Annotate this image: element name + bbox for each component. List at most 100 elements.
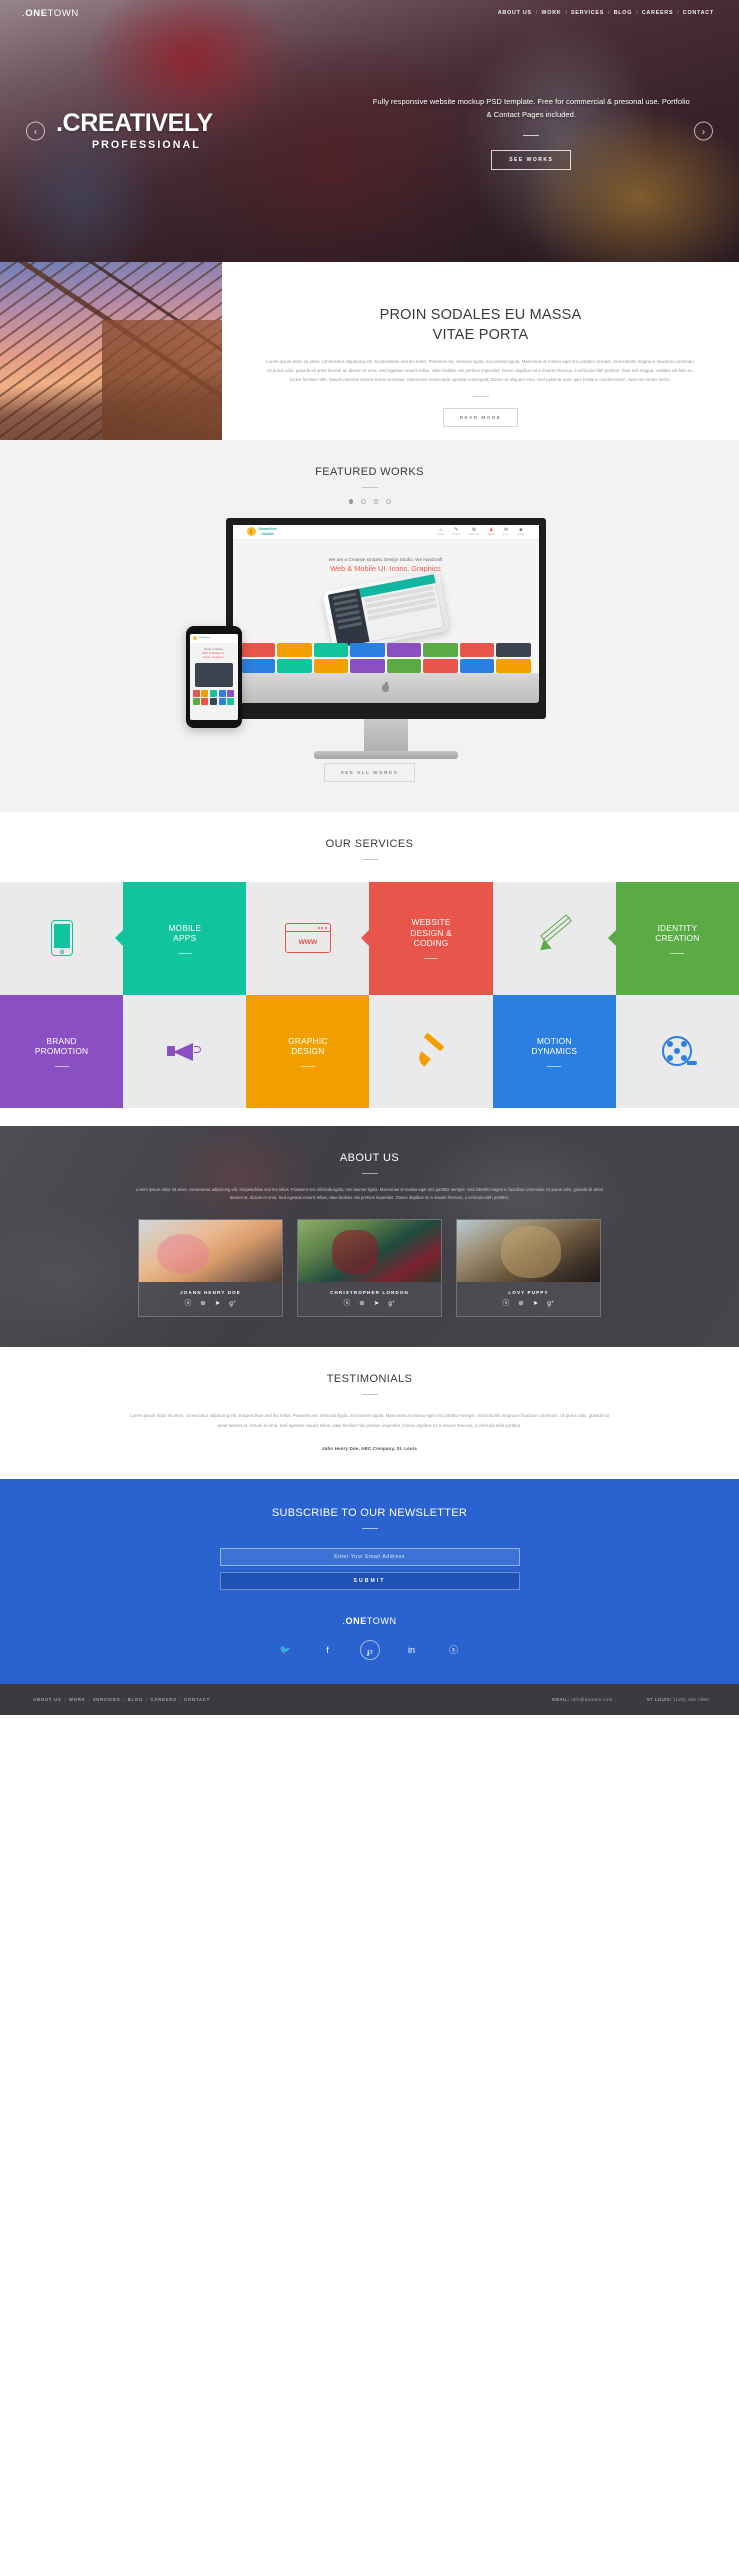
mockup-tile	[277, 642, 312, 657]
service-underline	[300, 1065, 315, 1067]
carousel-prev-button[interactable]: ‹	[26, 121, 45, 141]
skype-icon[interactable]: ⓢ	[444, 1640, 464, 1660]
skype-icon[interactable]: ⓢ	[503, 1300, 510, 1308]
service-notch	[361, 930, 370, 946]
mockup-tile	[240, 642, 275, 657]
footer-nav-item-contact[interactable]: CONTACT	[181, 1697, 213, 1702]
footer-nav-item-work[interactable]: WORK	[66, 1697, 89, 1702]
iphone-inner-phone-image	[194, 662, 233, 687]
twitter-icon[interactable]: ➤	[533, 1300, 539, 1308]
service-icon-cell-motion	[615, 994, 739, 1108]
newsletter-form: SUBMIT	[219, 1545, 520, 1590]
service-card-graphic[interactable]: GRAPHIC DESIGN	[246, 994, 378, 1108]
mockup-tile	[386, 658, 421, 673]
twitter-icon[interactable]: 🐦	[276, 1640, 296, 1660]
service-icon-cell-identity	[492, 881, 616, 995]
imac-screen-bezel: DreamView Studios ⌂ HOME ✎ WORKS ⚙ SERVICES ♟ A…	[225, 517, 546, 719]
hero-title-text: CREATIVELY	[62, 109, 214, 137]
dribbble-icon[interactable]: ⊛	[518, 1300, 524, 1308]
carousel-dot-3[interactable]	[373, 499, 378, 504]
mockup-phone-screen	[327, 573, 444, 648]
mockup-nav-icon: ✎	[454, 526, 459, 533]
imac-stand-foot	[313, 750, 458, 759]
footer-nav-item-services[interactable]: SERVICES	[90, 1697, 124, 1702]
imac-mockup: DreamView Studios ⌂ HOME ✎ WORKS ⚙ SERVICES ♟ A…	[225, 517, 546, 759]
footer-nav-item-careers[interactable]: CAREERS	[147, 1697, 179, 1702]
megaphone-icon	[166, 1037, 203, 1065]
iphone-tile	[209, 689, 218, 697]
skype-icon[interactable]: ⓢ	[185, 1300, 192, 1308]
google-plus-icon[interactable]: g⁺	[229, 1300, 236, 1308]
email-input[interactable]	[219, 1547, 520, 1566]
mockup-tile	[496, 658, 531, 673]
services-divider	[361, 858, 378, 860]
mockup-tile	[350, 658, 385, 673]
service-card-motion[interactable]: MOTION DYNAMICS	[492, 994, 624, 1108]
read-more-button[interactable]: READ MORE	[442, 408, 519, 428]
footer-nav-item-about-us[interactable]: ABOUT US	[30, 1697, 65, 1702]
about-section: ABOUT US Lorem ipsum dolor sit amet, con…	[0, 1125, 739, 1348]
nav-item-contact[interactable]: CONTACT	[680, 10, 717, 16]
google-plus-icon[interactable]: g⁺	[547, 1300, 554, 1308]
service-card-brand[interactable]: BRAND PROMOTION	[0, 994, 132, 1108]
service-notch	[115, 930, 124, 946]
carousel-dot-2[interactable]	[361, 499, 366, 504]
mockup-nav-icon: ⌂	[439, 526, 443, 533]
about-title: ABOUT US	[339, 1151, 400, 1164]
pinterest-icon[interactable]: ℘	[359, 1639, 380, 1660]
about-paragraph: Lorem ipsum dolor sit amet, consectetur …	[136, 1186, 603, 1200]
mockup-tile	[496, 642, 531, 657]
mockup-site-header: DreamView Studios ⌂ HOME ✎ WORKS ⚙ SERVICES ♟ A…	[232, 524, 539, 540]
footer-nav-item-blog[interactable]: BLOG	[125, 1697, 146, 1702]
featured-divider	[361, 487, 378, 488]
linkedin-icon[interactable]: in	[402, 1640, 422, 1660]
footer-phone: ST LOUIS: (123) 456 7890	[647, 1697, 709, 1702]
imac-chin	[232, 672, 539, 703]
mockup-tile	[423, 658, 458, 673]
nav-item-blog[interactable]: BLOG	[611, 10, 636, 16]
iphone-screen: DreamView We are a Creative Web & Mobile…	[189, 633, 238, 720]
team-member-social: ⓢ ⊛ ➤ g⁺	[298, 1300, 441, 1317]
team-member-name: JOANN HENRY DOE	[180, 1289, 241, 1295]
team-member-photo	[457, 1219, 600, 1282]
twitter-icon[interactable]: ➤	[374, 1300, 380, 1308]
see-works-button[interactable]: SEE WORKS	[491, 149, 572, 170]
service-underline	[547, 1065, 562, 1067]
service-label: BRAND PROMOTION	[34, 1035, 89, 1057]
site-logo[interactable]: .ONETOWN	[22, 8, 79, 19]
mockup-hero: We are a Creative Graphic Design Studio.…	[233, 540, 539, 673]
dribbble-icon[interactable]: ⊛	[200, 1300, 206, 1308]
film-reel-icon	[662, 1036, 698, 1066]
dribbble-icon[interactable]: ⊛	[359, 1300, 365, 1308]
nav-item-about-us[interactable]: ABOUT US	[495, 10, 535, 16]
nav-item-services[interactable]: SERVICES	[568, 10, 607, 16]
submit-button[interactable]: SUBMIT	[219, 1571, 520, 1590]
featured-mockup: DreamView Studios ⌂ HOME ✎ WORKS ⚙ SERVICES ♟ A…	[160, 517, 580, 759]
footer-contact-info: EMAIL: info@domain.com ST LOUIS: (123) 4…	[552, 1697, 709, 1702]
mockup-tile	[459, 658, 494, 673]
team-member-social: ⓢ ⊛ ➤ g⁺	[457, 1300, 600, 1317]
footer-logo[interactable]: .ONETOWN	[0, 1616, 739, 1626]
service-card-identity[interactable]: IDENTITY CREATION	[607, 881, 739, 995]
nav-item-careers[interactable]: CAREERS	[639, 10, 677, 16]
skype-icon[interactable]: ⓢ	[344, 1300, 351, 1308]
mockup-phone-image	[321, 568, 450, 653]
see-all-works-button[interactable]: SEE ALL WORKS	[323, 762, 416, 782]
google-plus-icon[interactable]: g⁺	[388, 1300, 395, 1308]
nav-item-work[interactable]: WORK	[538, 10, 564, 16]
carousel-next-button[interactable]: ›	[694, 121, 713, 141]
carousel-dot-4[interactable]	[386, 499, 391, 504]
iphone-tile	[192, 698, 200, 705]
service-label: IDENTITY CREATION	[655, 922, 700, 944]
facebook-icon[interactable]: f	[318, 1640, 338, 1660]
iphone-subhead2: Icons. Graphics	[203, 654, 224, 659]
twitter-icon[interactable]: ➤	[215, 1300, 221, 1308]
mockup-tile	[313, 658, 348, 673]
mockup-tile	[350, 642, 385, 657]
logo-light: TOWN	[47, 7, 79, 19]
carousel-dot-1[interactable]	[348, 499, 353, 504]
footer-email: EMAIL: info@domain.com	[552, 1697, 613, 1702]
service-card-website[interactable]: WEBSITE DESIGN & CODING	[361, 881, 493, 995]
mockup-logo-icon	[246, 527, 256, 536]
service-card-mobile[interactable]: MOBILE APPS	[115, 881, 247, 995]
